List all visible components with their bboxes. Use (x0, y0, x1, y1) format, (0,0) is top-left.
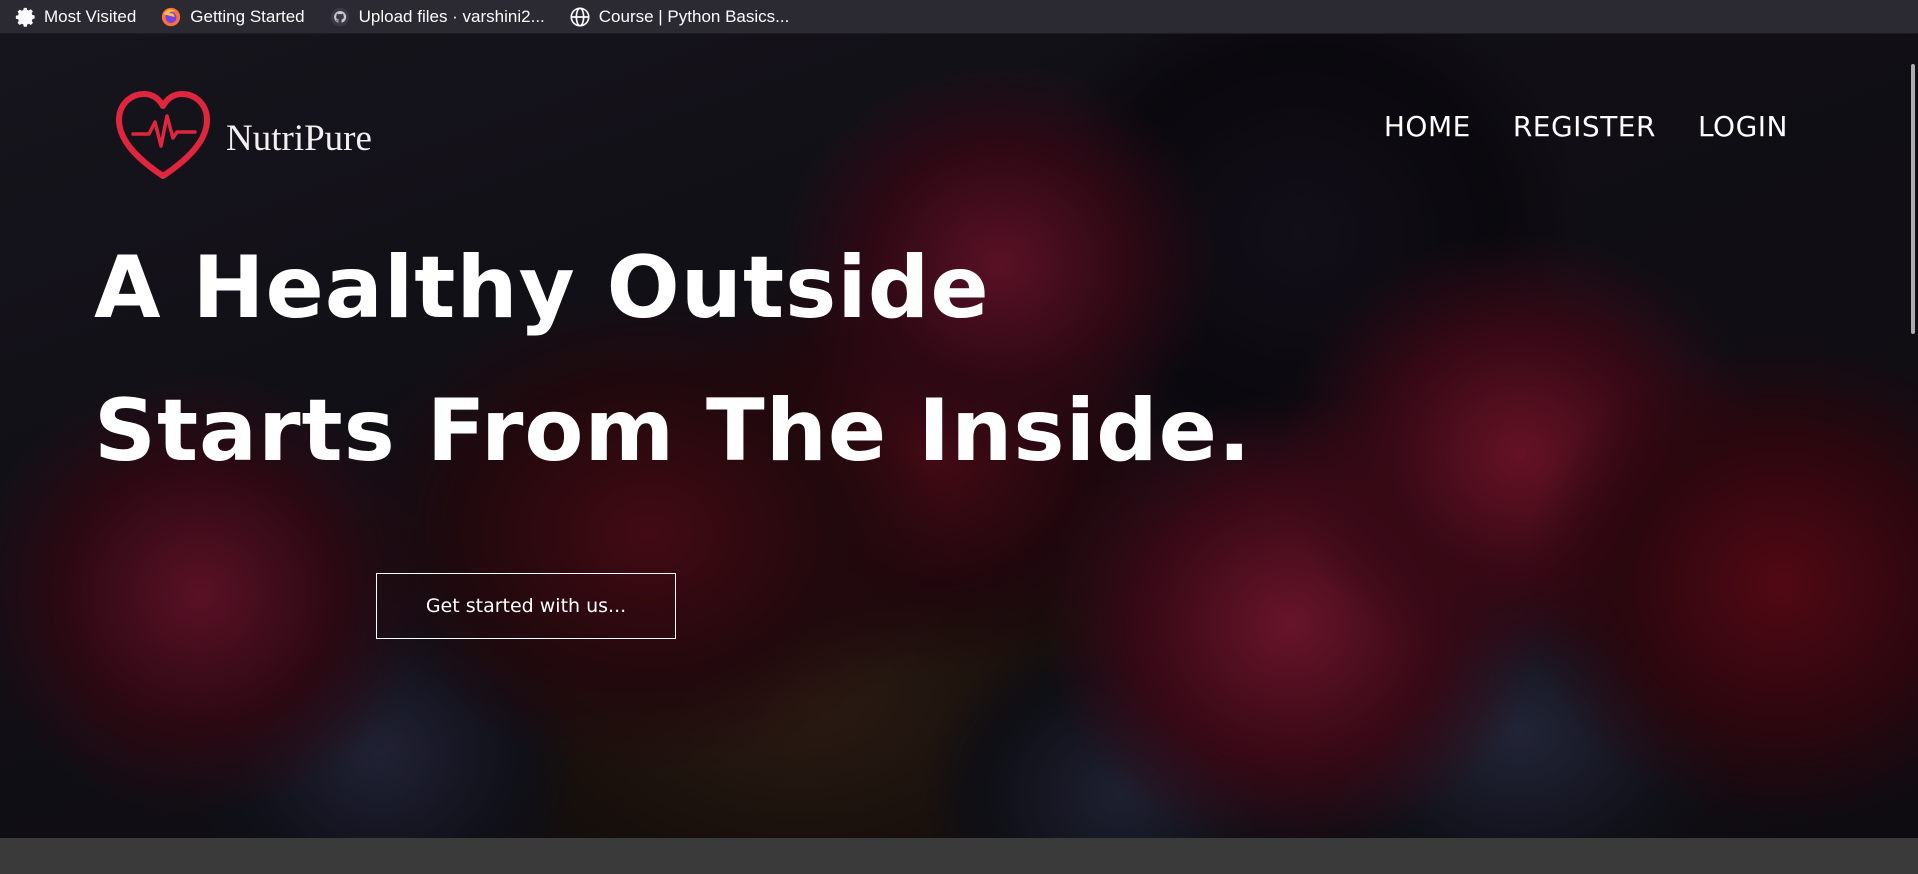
nav-register-link[interactable]: REGISTER (1513, 110, 1656, 143)
hero-headline-line1: A Healthy Outside (94, 238, 990, 338)
get-started-button[interactable]: Get started with us... (376, 573, 676, 639)
hero-headline: A Healthy Outside Starts From The Inside… (94, 217, 1252, 503)
next-section-edge (0, 838, 1918, 874)
brand-name: NutriPure (226, 117, 372, 159)
firefox-icon (160, 6, 182, 28)
hero-section: NutriPure HOME REGISTER LOGIN A Healthy … (0, 34, 1918, 838)
bookmark-upload-files[interactable]: Upload files · varshini2... (315, 2, 555, 32)
heart-pulse-icon (116, 91, 210, 179)
brand-logo[interactable]: NutriPure (112, 86, 372, 186)
bookmark-label: Most Visited (44, 6, 137, 26)
bookmarks-toolbar: Most Visited Getting Started Upload file… (0, 0, 1918, 34)
main-nav: HOME REGISTER LOGIN (1384, 110, 1788, 143)
bookmark-label: Upload files · varshini2... (358, 6, 545, 26)
bookmark-course-python[interactable]: Course | Python Basics... (555, 2, 800, 32)
hero-headline-line2: Starts From The Inside. (94, 381, 1252, 481)
gear-icon (14, 6, 36, 28)
bookmark-label: Getting Started (190, 6, 305, 26)
github-icon (329, 6, 351, 28)
globe-icon (569, 6, 591, 28)
nav-home-link[interactable]: HOME (1384, 110, 1471, 143)
bookmark-getting-started[interactable]: Getting Started (146, 2, 314, 32)
bookmark-label: Course | Python Basics... (598, 6, 790, 26)
nav-login-link[interactable]: LOGIN (1698, 110, 1788, 143)
bookmark-most-visited[interactable]: Most Visited (0, 2, 146, 32)
